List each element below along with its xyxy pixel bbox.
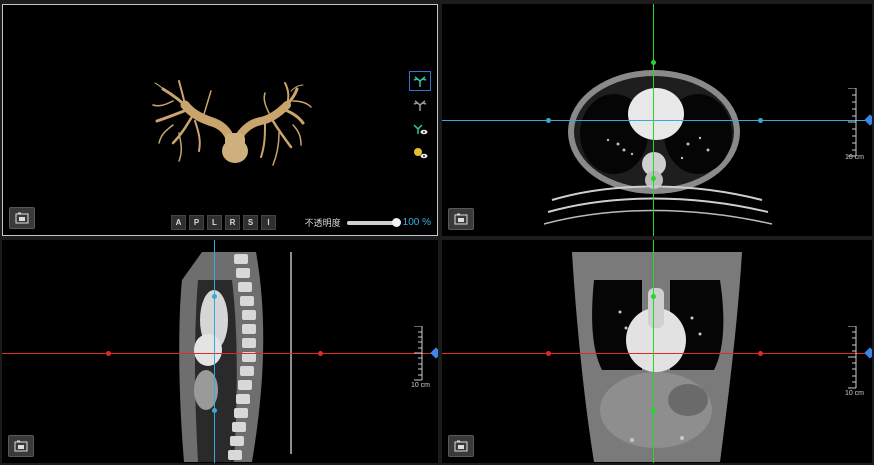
crosshair-handle[interactable] xyxy=(757,350,763,356)
viewport-sagittal[interactable]: 10 cm xyxy=(2,240,438,463)
scale-label: 10 cm xyxy=(844,390,864,397)
scale-ruler xyxy=(848,88,857,157)
crosshair-handle[interactable] xyxy=(650,59,656,65)
render-tool-column xyxy=(409,71,431,163)
bone-eye-icon[interactable] xyxy=(409,143,431,163)
viewport-coronal[interactable]: 10 cm xyxy=(442,240,872,463)
scale-ruler xyxy=(848,326,857,389)
opacity-slider[interactable] xyxy=(346,217,401,227)
coronal-ct-slice xyxy=(572,252,742,462)
opacity-control: 不透明度 100 % xyxy=(305,216,431,229)
sagittal-crosshair-vertical[interactable] xyxy=(214,240,215,463)
crosshair-handle[interactable] xyxy=(317,350,323,356)
sagittal-ct-slice xyxy=(179,252,292,462)
opacity-label: 不透明度 xyxy=(304,218,341,228)
crosshair-handle[interactable] xyxy=(105,350,111,356)
snapshot-button-axial[interactable] xyxy=(448,208,474,230)
orient-button-s[interactable]: S xyxy=(243,215,258,230)
orient-button-r[interactable]: R xyxy=(225,215,240,230)
snapshot-icon xyxy=(15,212,29,224)
opacity-value: 100 % xyxy=(402,217,431,228)
snapshot-button-sagittal[interactable] xyxy=(8,435,34,457)
crosshair-handle[interactable] xyxy=(650,175,656,181)
opacity-slider-knob[interactable] xyxy=(391,217,401,227)
crosshair-handle[interactable] xyxy=(545,350,551,356)
crosshair-handle[interactable] xyxy=(211,407,217,413)
vessel-eye-icon[interactable] xyxy=(409,119,431,139)
crosshair-handle[interactable] xyxy=(650,407,656,413)
orientation-bar: A P L R S I xyxy=(171,215,276,230)
vessel-tree-icon[interactable] xyxy=(409,71,431,91)
orient-button-a[interactable]: A xyxy=(171,215,186,230)
coronal-crosshair-vertical[interactable] xyxy=(653,240,654,463)
sagittal-crosshair-horizontal[interactable] xyxy=(2,353,438,354)
axial-crosshair-vertical[interactable] xyxy=(653,4,654,236)
vessel-gray-icon[interactable] xyxy=(409,95,431,115)
orient-button-l[interactable]: L xyxy=(207,215,222,230)
crosshair-handle[interactable] xyxy=(545,117,551,123)
crosshair-handle[interactable] xyxy=(650,293,656,299)
snapshot-button-coronal[interactable] xyxy=(448,435,474,457)
snapshot-button-3d[interactable] xyxy=(9,207,35,229)
opacity-slider-fill xyxy=(346,220,397,225)
snapshot-icon xyxy=(14,440,28,452)
viewport-3d[interactable]: A P L R S I 不透明度 100 % xyxy=(2,4,438,236)
crosshair-handle[interactable] xyxy=(211,293,217,299)
snapshot-icon xyxy=(454,440,468,452)
snapshot-icon xyxy=(454,213,468,225)
vessel-3d-render xyxy=(152,80,312,166)
scale-label: 10 cm xyxy=(410,382,430,389)
axial-crosshair-horizontal[interactable] xyxy=(442,120,872,121)
orient-button-p[interactable]: P xyxy=(189,215,204,230)
viewport-axial[interactable]: 10 cm xyxy=(442,4,872,236)
scale-label: 10 cm xyxy=(844,154,864,161)
crosshair-handle[interactable] xyxy=(757,117,763,123)
orient-button-i[interactable]: I xyxy=(261,215,276,230)
coronal-crosshair-horizontal[interactable] xyxy=(442,353,872,354)
